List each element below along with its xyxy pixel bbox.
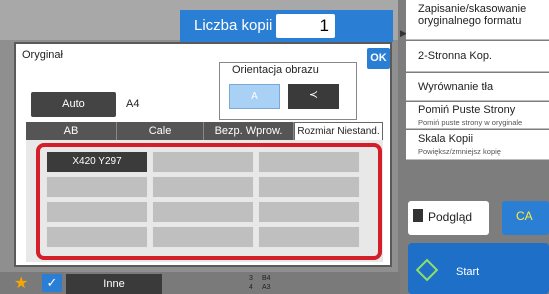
ok-button[interactable]: OK <box>367 48 390 69</box>
tray-size-label: A3 <box>262 284 271 291</box>
orientation-portrait-button[interactable]: A <box>229 84 280 109</box>
orientation-landscape-button[interactable]: ≺ <box>288 84 339 109</box>
rp-item-skip-blank[interactable]: Pomiń Puste Strony Pomiń puste strony w … <box>406 102 549 129</box>
tab-inches[interactable]: Cale <box>117 122 204 140</box>
start-label: Start <box>456 266 480 278</box>
tray-size-label: B4 <box>262 275 271 282</box>
tab-direct-entry[interactable]: Bezp. Wprow. <box>204 122 294 140</box>
preview-label: Podgląd <box>428 210 473 224</box>
detected-size-label: A4 <box>126 98 140 110</box>
tray-number: 4 <box>249 284 253 291</box>
rp-item-label: Wyrównanie tła <box>418 81 494 93</box>
dialog-title: Oryginał <box>22 49 63 61</box>
tab-ab[interactable]: AB <box>26 122 117 140</box>
preview-icon <box>413 209 423 222</box>
rp-item-sublabel: Powiększ/zmniejsz kopię <box>418 147 501 156</box>
rp-item-background-alignment[interactable]: Wyrównanie tła <box>406 73 549 101</box>
tab-custom-size[interactable]: Rozmiar Niestand. <box>294 122 383 140</box>
rp-item-label: Zapisanie/skasowanie oryginalnego format… <box>418 3 527 27</box>
check-icon[interactable]: ✓ <box>42 274 62 292</box>
rp-item-label: Skala Kopii <box>418 133 474 145</box>
rp-item-label: Pomiń Puste Strony <box>418 104 516 116</box>
orientation-label: Orientacja obrazu <box>232 64 319 76</box>
clear-all-label: CA <box>516 209 533 223</box>
rp-item-duplex[interactable]: 2-Stronna Kop. <box>406 41 549 72</box>
rp-item-original-format[interactable]: Zapisanie/skasowanie oryginalnego format… <box>406 0 549 40</box>
rp-item-sublabel: Pomiń puste strony w oryginale <box>418 118 523 127</box>
star-icon[interactable]: ★ <box>14 273 28 293</box>
tray-number: 3 <box>249 275 253 282</box>
other-button[interactable]: Inne <box>66 274 162 294</box>
rp-item-label: 2-Stronna Kop. <box>418 50 492 62</box>
copies-label: Liczba kopii <box>194 17 273 34</box>
copies-input[interactable]: 1 <box>276 14 335 38</box>
rp-item-copy-ratio[interactable]: Skala Kopii Powiększ/zmniejsz kopię <box>406 130 549 160</box>
highlight-frame <box>36 143 382 260</box>
auto-button[interactable]: Auto <box>31 92 116 117</box>
